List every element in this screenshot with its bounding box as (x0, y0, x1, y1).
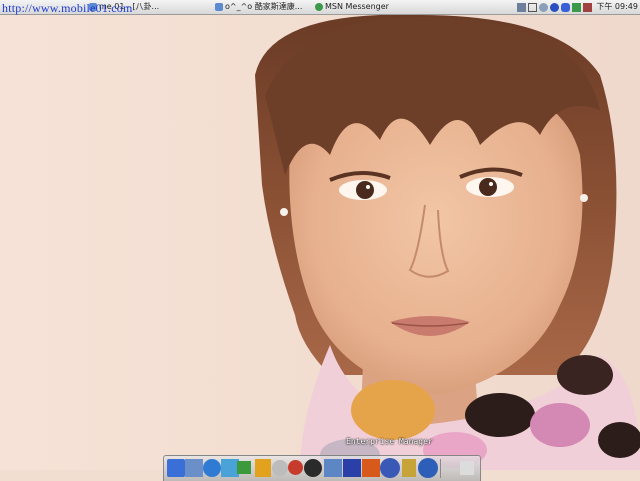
task-label: o^_^o 酷家斯達康... (225, 2, 303, 11)
sync-icon[interactable] (539, 2, 549, 12)
java-icon[interactable] (418, 458, 438, 478)
arrows-icon[interactable] (528, 2, 538, 12)
cd-icon[interactable] (272, 460, 288, 476)
thermometer-icon[interactable] (402, 459, 416, 477)
trash-icon[interactable] (460, 461, 474, 475)
finder-icon[interactable] (167, 459, 185, 477)
lightning-icon[interactable] (255, 459, 271, 477)
word-icon[interactable] (343, 459, 361, 477)
realplayer-icon[interactable] (380, 458, 400, 478)
dock-hover-label: Enterprise Manager (346, 437, 433, 446)
msn-icon (315, 3, 323, 11)
dock-separator (440, 459, 441, 478)
dock (163, 455, 481, 481)
ultraedit-icon[interactable] (304, 459, 322, 477)
task-button-msn[interactable]: MSN Messenger (314, 1, 389, 13)
browser-icon (215, 3, 223, 11)
monitor-icon[interactable] (324, 459, 342, 477)
ie-icon[interactable] (203, 459, 221, 477)
terminal-icon[interactable] (237, 461, 251, 474)
shield-icon[interactable] (572, 2, 582, 12)
clock[interactable]: 下午 09:49 (596, 0, 638, 14)
system-tray: 下午 09:49 (517, 0, 638, 14)
chart-icon[interactable] (583, 2, 593, 12)
photo-icon[interactable] (185, 459, 203, 477)
powerpoint-icon[interactable] (362, 459, 380, 477)
bluetooth-icon[interactable] (561, 2, 571, 12)
spiral-icon[interactable] (288, 460, 303, 475)
network-icon[interactable] (517, 2, 527, 12)
desktop-wallpaper (0, 15, 640, 470)
task-label: MSN Messenger (325, 2, 389, 11)
watermark-url: http://www.mobile01.com (2, 1, 133, 15)
task-button-store[interactable]: o^_^o 酷家斯達康... (214, 1, 302, 13)
messenger-icon[interactable] (550, 2, 560, 12)
